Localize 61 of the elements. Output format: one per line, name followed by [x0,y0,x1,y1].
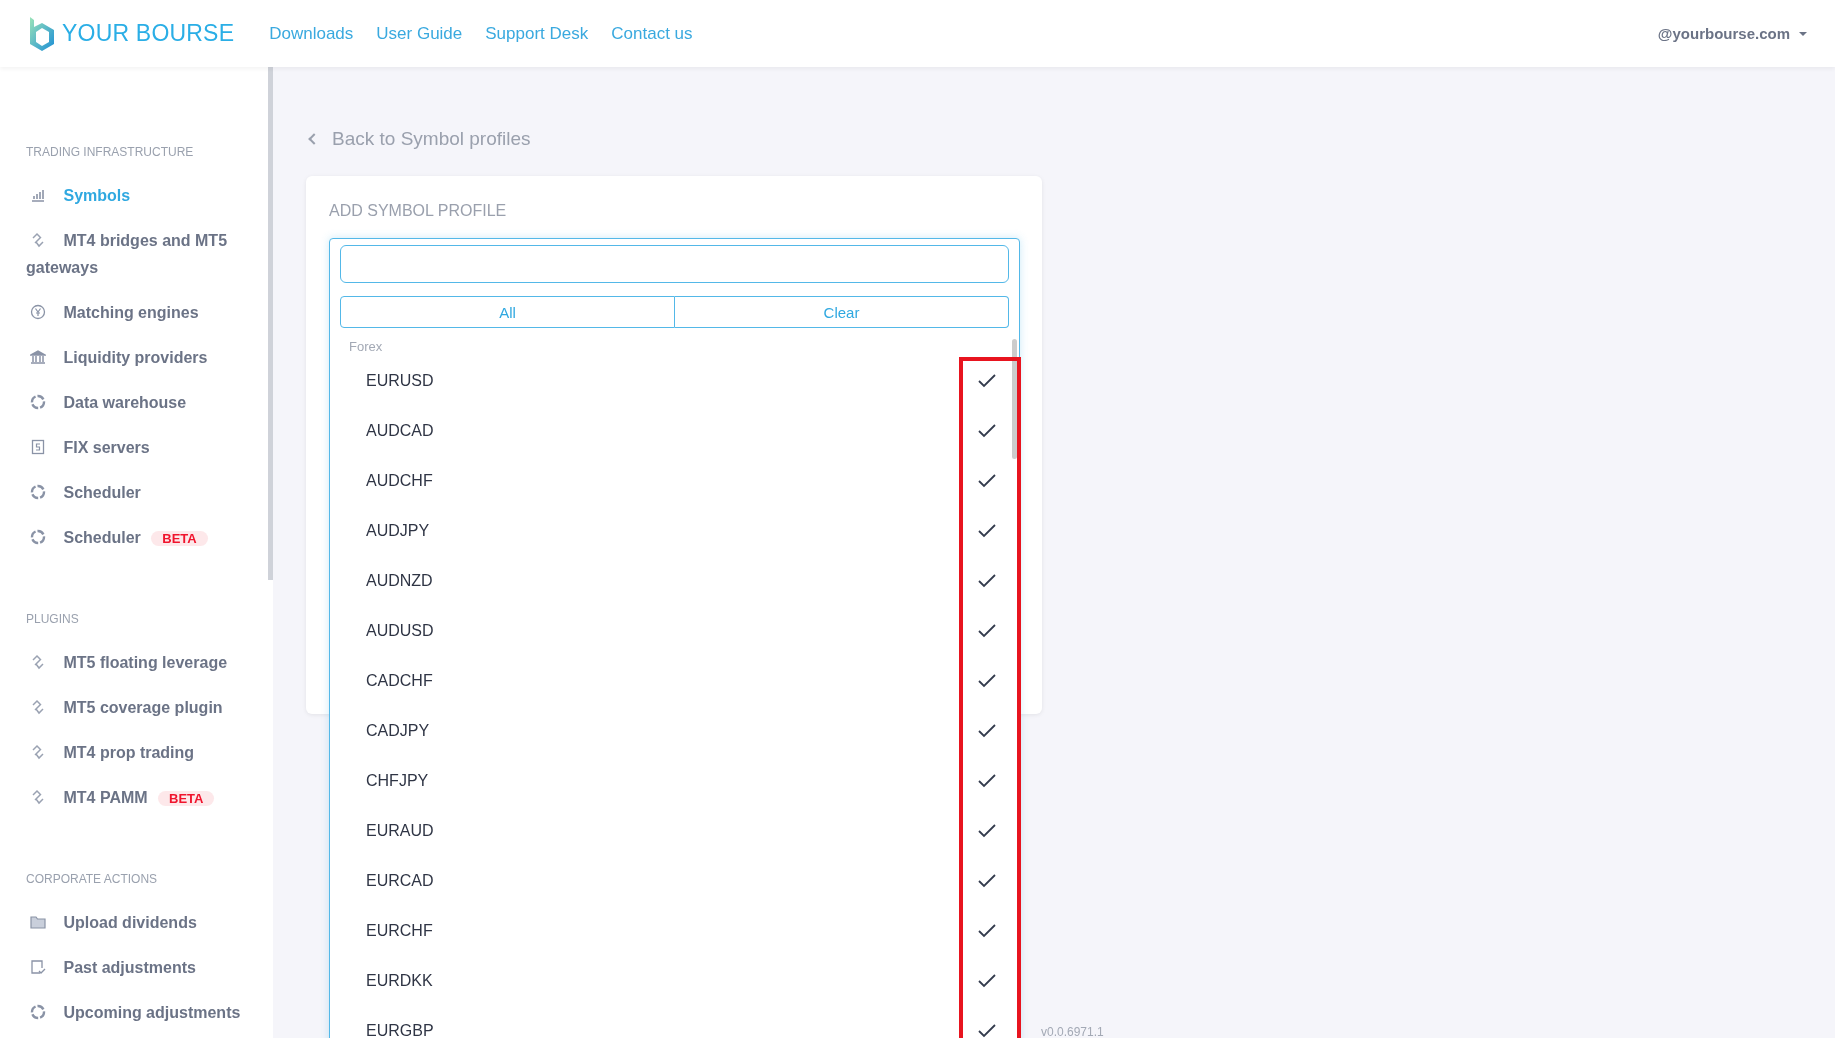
option-item[interactable]: EURUSD [340,356,1009,406]
option-item[interactable]: AUDJPY [340,506,1009,556]
sidebar-item[interactable]: Upcoming adjustments [26,990,256,1035]
option-item[interactable]: EURCAD [340,856,1009,906]
option-item[interactable]: EURCHF [340,906,1009,956]
option-label: EURGBP [366,1022,434,1038]
nav-link[interactable]: Downloads [269,23,354,44]
option-label: AUDNZD [366,572,433,590]
nav-link[interactable]: User Guide [376,23,463,44]
option-label: EURAUD [366,822,434,840]
nav-link[interactable]: Contact us [611,23,693,44]
sidebar-item[interactable]: Past adjustments [26,945,256,990]
section-heading: PLUGINS [26,612,80,626]
option-label: EURDKK [366,972,433,990]
sidebar-item[interactable]: MT5 floating leverage [26,640,256,685]
option-item[interactable]: AUDUSD [340,606,1009,656]
option-item[interactable]: EURAUD [340,806,1009,856]
sidebar-item[interactable]: Symbols [26,173,256,218]
sidebar-item[interactable]: Matching engines [26,290,256,335]
sidebar-item[interactable]: Liquidity providers [26,335,256,380]
option-label: CADJPY [366,722,430,740]
option-item[interactable]: AUDNZD [340,556,1009,606]
beta-badge: BETA [158,791,215,806]
option-label: AUDCAD [366,422,434,440]
nav-link[interactable]: Support Desk [485,23,589,44]
option-item[interactable]: EURGBP [340,1006,1009,1038]
section-heading: TRADING INFRASTRUCTURE [26,145,195,159]
version-text: v0.0.6971.1 [1041,1025,1104,1038]
sidebar-item[interactable]: MT4 prop trading [26,730,256,775]
sidebar-item[interactable]: MT4 bridges and MT5 gateways [26,218,256,290]
sidebar-item[interactable]: FIX servers [26,425,256,470]
beta-badge: BETA [151,531,208,546]
sidebar-item[interactable]: Data warehouse [26,380,256,425]
option-label: EURCAD [366,872,434,890]
group-label: Forex [349,339,384,354]
sidebar-item[interactable]: MT4 PAMM BETA [26,775,256,820]
option-item[interactable]: AUDCHF [340,456,1009,506]
card-title: ADD SYMBOL PROFILE [329,202,508,220]
option-item[interactable]: CADJPY [340,706,1009,756]
select-button[interactable]: Clear [675,296,1009,328]
option-item[interactable]: CHFJPY [340,756,1009,806]
option-item[interactable]: AUDCAD [340,406,1009,456]
option-item[interactable]: EURDKK [340,956,1009,1006]
logo[interactable]: YOUR BOURSE [28,16,235,51]
option-label: AUDUSD [366,622,434,640]
sidebar-item[interactable]: Scheduler [26,470,256,515]
option-label: AUDJPY [366,522,430,540]
select-button[interactable]: All [340,296,675,328]
logo-text: YOUR BOURSE [62,20,235,47]
user-menu[interactable]: @yourbourse.com [1657,25,1807,42]
option-label: EURUSD [366,372,434,390]
sidebar-item[interactable]: Scheduler BETA [26,515,256,560]
option-label: CHFJPY [366,772,429,790]
option-label: CADCHF [366,672,433,690]
option-label: EURCHF [366,922,433,940]
sidebar-item[interactable]: Upload dividends [26,900,256,945]
section-heading: CORPORATE ACTIONS [26,872,159,886]
option-item[interactable]: CADCHF [340,656,1009,706]
back-link[interactable]: Back to Symbol profiles [306,128,531,150]
option-label: AUDCHF [366,472,433,490]
sidebar-item[interactable]: MT5 coverage plugin [26,685,256,730]
